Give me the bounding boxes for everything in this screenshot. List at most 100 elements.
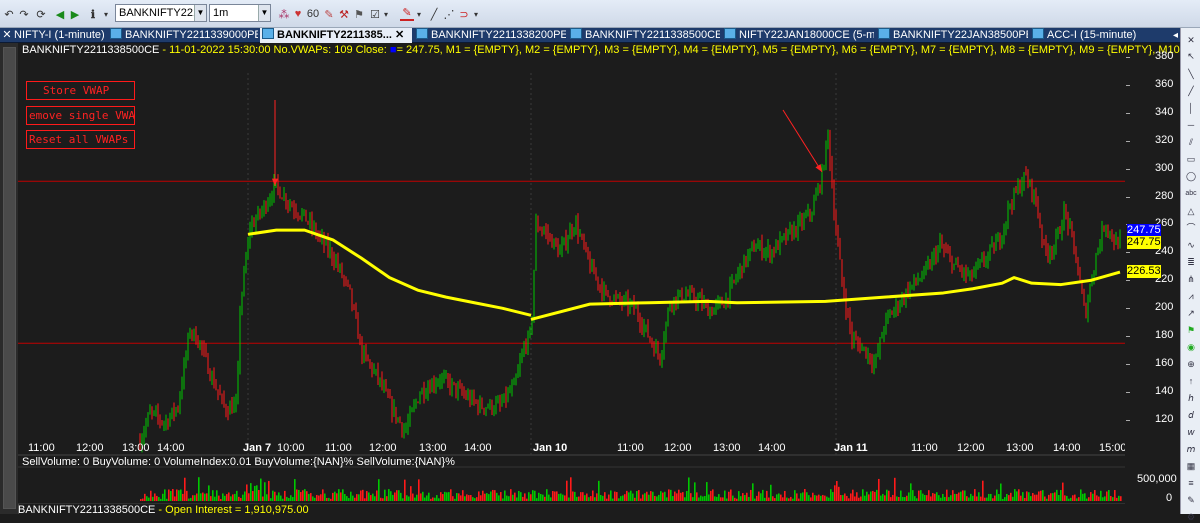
- chart-style-icon[interactable]: ⁂: [278, 6, 290, 22]
- green-flag-icon[interactable]: ⚑: [1185, 324, 1197, 336]
- reset-all-vwaps-button[interactable]: Reset all VWAPs: [26, 130, 135, 149]
- tab-banknifty-38500ce[interactable]: BANKNIFTY2211338500CE (...: [568, 28, 720, 43]
- color-dropdown-icon[interactable]: ▾: [415, 6, 423, 22]
- oi-label: - Open Interest = 1,910,975.00: [155, 504, 309, 516]
- volume-bar-down: [156, 495, 158, 501]
- settings-icon[interactable]: ⚙: [1185, 511, 1197, 523]
- wave-icon[interactable]: ∿: [1185, 239, 1197, 251]
- volume-bar-up: [448, 492, 450, 501]
- volume-bar-up: [1118, 495, 1120, 501]
- volume-bar-up: [270, 498, 272, 501]
- zigzag-icon[interactable]: ⩘: [1185, 290, 1197, 302]
- volume-bar-down: [182, 493, 184, 501]
- globe-icon[interactable]: ◉: [1185, 341, 1197, 353]
- trend-line-icon[interactable]: ⋰: [443, 6, 455, 22]
- fibonacci-icon[interactable]: ≣: [1185, 256, 1197, 268]
- volume-bar-up: [896, 496, 898, 501]
- italic-m-icon[interactable]: 𝘮: [1185, 443, 1197, 455]
- volume-bar-up: [392, 494, 394, 501]
- tab-acc-i[interactable]: ACC-I (15-minute): [1030, 28, 1154, 43]
- horizontal-line-icon[interactable]: ─: [1185, 119, 1197, 131]
- chart-tab-icon: [878, 28, 890, 39]
- close-icon[interactable]: ✕: [1185, 34, 1197, 46]
- zoom-icon[interactable]: ⊕: [1185, 358, 1197, 370]
- volume-bar-down: [780, 494, 782, 501]
- volume-bar-down: [930, 496, 932, 501]
- volume-bar-down: [616, 492, 618, 501]
- annotation-arrow-jan10-head: [815, 164, 822, 172]
- pencil-icon[interactable]: ✎: [1185, 494, 1197, 506]
- tab-nifty-18000ce[interactable]: NIFTY22JAN18000CE (5-mi...: [722, 28, 874, 43]
- tools-icon[interactable]: ⚒: [338, 6, 350, 22]
- remove-single-vwap-button[interactable]: emove single VWA: [26, 106, 135, 125]
- triangle-icon[interactable]: △: [1185, 205, 1197, 217]
- volume-bar-down: [646, 491, 648, 501]
- ellipse-icon[interactable]: ◯: [1185, 170, 1197, 182]
- sixty-icon[interactable]: 60: [306, 6, 320, 22]
- ray-icon[interactable]: ╱: [1185, 85, 1197, 97]
- volume-bar-down: [412, 493, 414, 501]
- info-dropdown-icon[interactable]: ▾: [101, 6, 111, 22]
- vertical-line-icon[interactable]: │: [1185, 102, 1197, 114]
- tab-nifty-i[interactable]: NIFTY-I (1-minute): [14, 28, 106, 43]
- grid-icon[interactable]: ▦: [1185, 460, 1197, 472]
- favorite-icon[interactable]: ♥: [292, 6, 304, 22]
- forward-icon[interactable]: ▶: [68, 6, 82, 22]
- pitchfork-icon[interactable]: ⋔: [1185, 273, 1197, 285]
- italic-icon[interactable]: 𝘩: [1185, 392, 1197, 404]
- symbol-field[interactable]: BANKNIFTY221 ▼: [115, 4, 207, 22]
- volume-bar-up: [214, 496, 216, 501]
- arrow-up-icon[interactable]: ↑: [1185, 375, 1197, 387]
- cursor-icon[interactable]: ↖: [1185, 50, 1197, 62]
- italic-d-icon[interactable]: 𝘥: [1185, 409, 1197, 421]
- text-icon[interactable]: abc: [1185, 188, 1197, 200]
- tab-banknifty-38500pe[interactable]: BANKNIFTY22JAN38500PE ...: [876, 28, 1028, 43]
- volume-bar-down: [984, 497, 986, 501]
- redo-icon[interactable]: ↷: [17, 6, 31, 22]
- volume-bar-up: [1030, 496, 1032, 501]
- rectangle-icon[interactable]: ▭: [1185, 153, 1197, 165]
- volume-bar-down: [756, 495, 758, 501]
- arrow-icon[interactable]: ↗: [1185, 307, 1197, 319]
- close-tab-icon[interactable]: ✕: [395, 29, 404, 41]
- tools-dropdown-icon[interactable]: ▾: [382, 6, 390, 22]
- channel-icon[interactable]: ⫽: [1185, 136, 1197, 148]
- interval-dropdown-icon[interactable]: ▼: [258, 5, 270, 21]
- undo-icon[interactable]: ↶: [2, 6, 16, 22]
- volume-bar-up: [636, 490, 638, 501]
- scrollbar-thumb[interactable]: [3, 47, 16, 509]
- volume-bar-up: [388, 489, 390, 501]
- chart-area[interactable]: 11:00 12:00 13:00 14:00 Jan 7 10:00 11:00 12:00…: [18, 43, 1125, 504]
- tab-banknifty-38500ce-active[interactable]: BANKNIFTY2211385... ✕: [260, 28, 412, 43]
- tab-banknifty-39000pe[interactable]: BANKNIFTY2211339000PE (...: [108, 28, 258, 43]
- magnet-icon[interactable]: ⊃: [458, 6, 470, 22]
- interval-field[interactable]: 1m ▼: [209, 4, 271, 22]
- volume-bar-up: [842, 495, 844, 501]
- tab-banknifty-38200pe[interactable]: BANKNIFTY2211338200PE (...: [414, 28, 566, 43]
- italic-w-icon[interactable]: 𝘸: [1185, 426, 1197, 438]
- checkbox-icon[interactable]: ☑: [369, 6, 381, 22]
- price-axis-tick: 300: [1155, 162, 1174, 174]
- vertical-scrollbar[interactable]: [0, 43, 19, 514]
- levels-icon[interactable]: ≡: [1185, 477, 1197, 489]
- volume-bar-down: [926, 495, 928, 501]
- volume-bar-up: [612, 498, 614, 501]
- arc-icon[interactable]: ⌒: [1185, 222, 1197, 234]
- edit-icon[interactable]: ✎: [323, 6, 335, 22]
- draw-line-icon[interactable]: ╱: [428, 6, 440, 22]
- refresh-icon[interactable]: ⟳: [34, 6, 48, 22]
- volume-bar-down: [1096, 495, 1098, 501]
- close-all-tab-icon[interactable]: ✕: [0, 28, 14, 43]
- price-axis-tick: 140: [1155, 385, 1174, 397]
- store-vwap-button[interactable]: Store VWAP: [26, 81, 135, 100]
- draw-dropdown-icon[interactable]: ▾: [472, 6, 480, 22]
- info-icon[interactable]: ℹ: [86, 6, 100, 22]
- flag-icon[interactable]: ⚑: [353, 6, 365, 22]
- line-icon[interactable]: ╲: [1185, 68, 1197, 80]
- volume-bar-up: [978, 492, 980, 501]
- back-icon[interactable]: ◀: [53, 6, 67, 22]
- color-pen-icon[interactable]: ✎: [400, 6, 414, 21]
- volume-bar-up: [644, 493, 646, 501]
- symbol-dropdown-icon[interactable]: ▼: [194, 5, 206, 21]
- volume-bar-down: [354, 497, 356, 501]
